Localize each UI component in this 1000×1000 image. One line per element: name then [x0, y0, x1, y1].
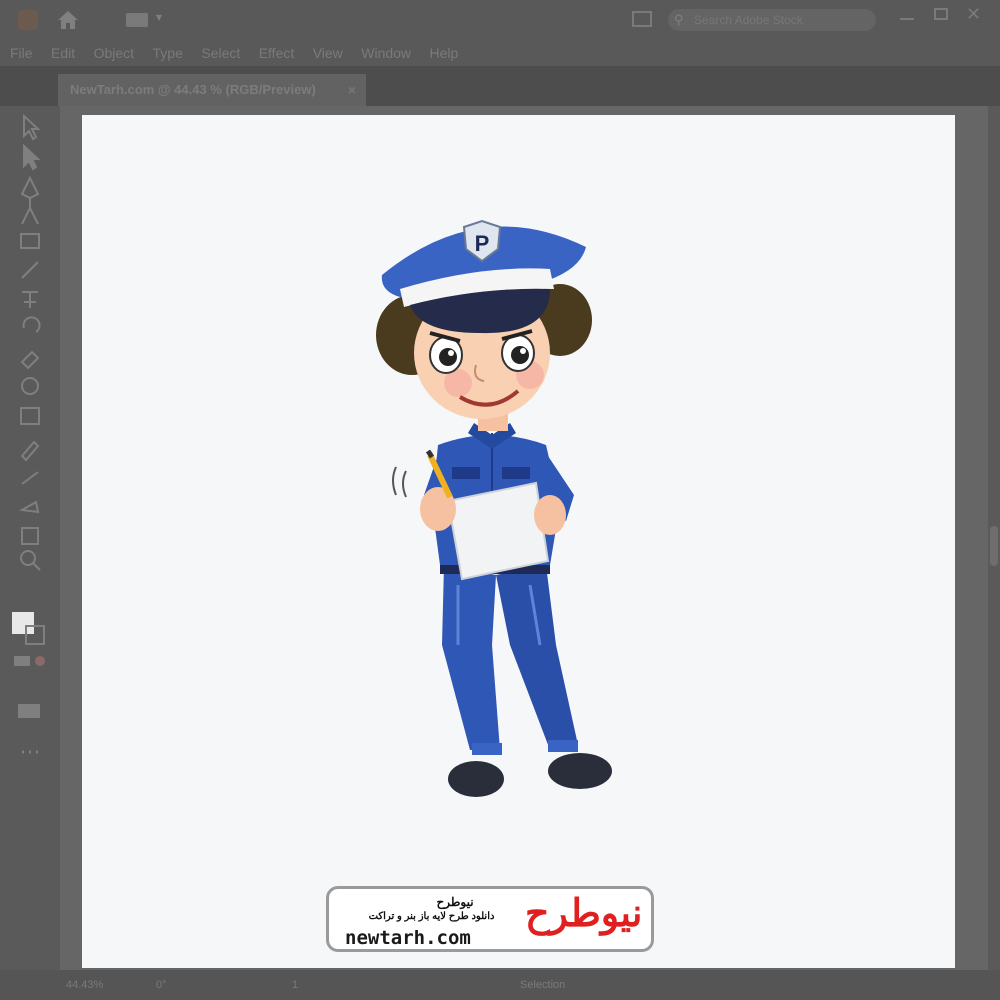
search-icon: ⚲ — [674, 12, 684, 27]
pen-tool-icon — [20, 175, 40, 200]
symbol-sprayer-icon — [18, 500, 40, 514]
eyedropper-tool-icon — [20, 440, 40, 462]
menu-bar: File Edit Object Type Select Effect View… — [0, 40, 1000, 66]
watermark-logo-mark: نیوطرح — [525, 893, 643, 935]
menu-view[interactable]: View — [313, 40, 343, 66]
document-tab-bar: NewTarh.com @ 44.43 % (RGB/Preview) × — [0, 66, 1000, 106]
eraser-tool-icon — [20, 350, 40, 370]
menu-effect[interactable]: Effect — [259, 40, 295, 66]
artboard-tool-icon — [21, 527, 39, 545]
chevron-down-icon[interactable]: ▾ — [156, 10, 162, 24]
minimize-icon[interactable] — [900, 18, 914, 20]
rotation-angle[interactable]: 0° — [156, 970, 167, 1000]
selection-tool-icon — [23, 113, 41, 141]
tools-glyphs — [12, 113, 45, 754]
document-tab-title: NewTarh.com @ 44.43 % (RGB/Preview) — [70, 82, 316, 97]
menu-file[interactable]: File — [10, 40, 33, 66]
tools-panel — [0, 106, 60, 970]
rectangle-tool-icon — [20, 233, 40, 249]
menu-select[interactable]: Select — [201, 40, 240, 66]
maximize-icon[interactable] — [934, 8, 948, 20]
vertical-scrollbar[interactable] — [988, 106, 1000, 970]
newtarh-watermark: نیوطرح دانلود طرح لایه باز بنر و تراکت n… — [326, 886, 654, 952]
watermark-title: نیوطرح — [436, 895, 474, 909]
zoom-level[interactable]: 44.43% — [66, 970, 103, 1000]
menu-window[interactable]: Window — [361, 40, 411, 66]
police-officer-illustration: P — [376, 219, 612, 797]
workspace-switcher-icon[interactable] — [126, 13, 148, 27]
search-placeholder: Search Adobe Stock — [694, 13, 803, 27]
zoom-tool-icon — [20, 550, 36, 566]
direct-selection-tool-icon — [23, 143, 41, 171]
tab-close-icon[interactable]: × — [348, 74, 356, 106]
scrollbar-thumb[interactable] — [990, 526, 998, 566]
document-tab[interactable]: NewTarh.com @ 44.43 % (RGB/Preview) × — [58, 74, 366, 106]
close-icon[interactable]: ✕ — [966, 4, 981, 25]
search-field[interactable]: ⚲ Search Adobe Stock — [668, 9, 876, 31]
watermark-subtitle: دانلود طرح لایه باز بنر و تراکت — [368, 911, 495, 922]
fill-stroke-icon — [12, 612, 34, 634]
watermark-url: newtarh.com — [345, 927, 471, 949]
type-tool-icon — [22, 291, 38, 308]
illustrator-logo-icon — [18, 10, 38, 30]
gradient-tool-icon — [20, 407, 40, 425]
menu-object[interactable]: Object — [94, 40, 134, 66]
screen-mode-icon — [18, 704, 40, 718]
menu-help[interactable]: Help — [430, 40, 459, 66]
cap-badge-letter: P — [475, 231, 490, 256]
shape-builder-icon — [21, 377, 39, 395]
status-bar: 44.43% 0° 1 Selection — [0, 970, 1000, 1000]
rotate-tool-icon — [22, 316, 41, 333]
title-bar: ▾ ⚲ Search Adobe Stock ✕ — [0, 0, 1000, 40]
menu-edit[interactable]: Edit — [51, 40, 75, 66]
curvature-tool-icon — [21, 198, 39, 225]
artboard-number[interactable]: 1 — [292, 970, 298, 1000]
menu-type[interactable]: Type — [153, 40, 183, 66]
home-icon[interactable] — [56, 9, 80, 31]
blend-tool-icon — [21, 471, 39, 485]
drawing-mode-icon — [14, 656, 30, 666]
current-tool-name: Selection — [520, 979, 566, 991]
arrange-documents-icon[interactable] — [632, 11, 652, 27]
paintbrush-tool-icon — [21, 261, 39, 279]
